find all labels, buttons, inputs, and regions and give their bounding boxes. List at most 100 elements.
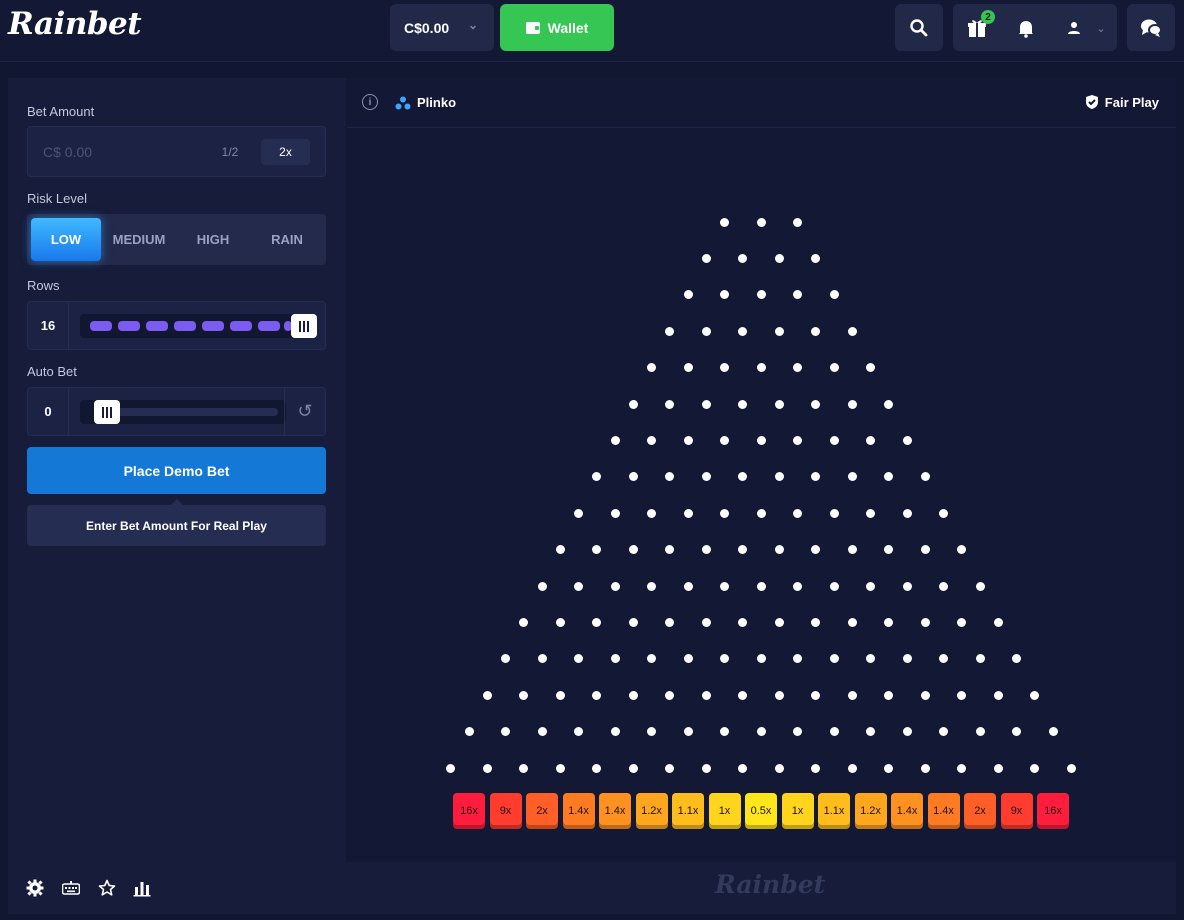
peg bbox=[939, 508, 948, 518]
multiplier-bucket: 16x bbox=[453, 793, 485, 829]
peg bbox=[537, 654, 547, 664]
peg bbox=[1048, 727, 1058, 737]
peg bbox=[574, 508, 583, 518]
peg bbox=[610, 508, 620, 518]
multiplier-bucket: 1.1x bbox=[672, 793, 704, 829]
peg bbox=[720, 508, 729, 518]
multiplier-bucket: 2x bbox=[964, 793, 996, 829]
risk-option-rain[interactable]: RAIN bbox=[251, 218, 323, 261]
peg bbox=[628, 399, 638, 409]
peg bbox=[902, 508, 912, 518]
wallet-label: Wallet bbox=[547, 19, 589, 36]
info-icon[interactable]: i bbox=[362, 94, 378, 110]
peg bbox=[866, 508, 875, 518]
chat-button[interactable] bbox=[1127, 4, 1175, 51]
peg bbox=[537, 727, 547, 737]
peg bbox=[774, 763, 784, 773]
risk-option-medium[interactable]: MEDIUM bbox=[103, 218, 175, 261]
favorite-button[interactable] bbox=[97, 878, 117, 898]
user-actions-group: 2 ⌄ bbox=[953, 4, 1117, 51]
game-title: Plinko bbox=[417, 95, 457, 110]
multiplier-bucket: 16x bbox=[1037, 793, 1069, 829]
peg bbox=[647, 581, 656, 591]
keyboard-icon bbox=[62, 881, 80, 895]
peg bbox=[738, 326, 748, 336]
fair-play-button[interactable]: Fair Play bbox=[1085, 95, 1159, 110]
auto-bet-track[interactable] bbox=[80, 400, 286, 424]
bet-amount-input[interactable]: C$ 0.00 1/2 2x bbox=[27, 126, 326, 177]
peg bbox=[628, 690, 638, 700]
peg bbox=[683, 727, 693, 737]
peg bbox=[774, 617, 784, 627]
fair-play-label: Fair Play bbox=[1104, 95, 1159, 110]
balance-value: C$0.00 bbox=[404, 19, 450, 36]
rows-slider-handle[interactable] bbox=[291, 314, 317, 338]
peg bbox=[993, 763, 1003, 773]
search-icon bbox=[910, 18, 928, 36]
peg bbox=[1066, 763, 1076, 773]
rainbet-logo[interactable]: Rainbet bbox=[8, 6, 142, 42]
peg bbox=[683, 508, 693, 518]
peg bbox=[975, 727, 985, 737]
bar-chart-icon bbox=[133, 882, 151, 897]
half-bet-button[interactable]: 1/2 bbox=[207, 139, 253, 165]
peg bbox=[866, 581, 875, 591]
peg bbox=[829, 727, 839, 737]
peg bbox=[665, 763, 675, 773]
multiplier-bucket: 9x bbox=[489, 793, 522, 829]
peg bbox=[756, 435, 766, 445]
bottom-toolbar: Rainbet bbox=[8, 862, 1176, 914]
settings-button[interactable] bbox=[25, 878, 45, 898]
peg bbox=[701, 545, 711, 555]
peg bbox=[720, 581, 729, 591]
wallet-button[interactable]: Wallet bbox=[500, 4, 614, 51]
peg bbox=[756, 581, 766, 591]
peg bbox=[793, 508, 802, 518]
peg bbox=[774, 545, 784, 555]
peg bbox=[610, 435, 620, 445]
hotkeys-button[interactable] bbox=[61, 878, 81, 898]
chevron-down-icon[interactable]: ⌄ bbox=[1093, 18, 1109, 38]
peg bbox=[756, 727, 766, 737]
rows-track[interactable] bbox=[80, 314, 317, 338]
peg bbox=[902, 581, 912, 591]
user-icon bbox=[1068, 22, 1080, 34]
risk-option-high[interactable]: HIGH bbox=[177, 218, 249, 261]
multiplier-bucket: 2x bbox=[526, 793, 558, 829]
peg bbox=[829, 435, 839, 445]
peg bbox=[701, 326, 711, 336]
peg bbox=[847, 545, 857, 555]
peg bbox=[592, 763, 602, 773]
place-demo-bet-button[interactable]: Place Demo Bet bbox=[27, 447, 326, 494]
peg bbox=[1030, 690, 1040, 700]
profile-button[interactable] bbox=[1062, 16, 1086, 40]
peg bbox=[519, 763, 529, 773]
notifications-button[interactable] bbox=[1014, 16, 1038, 40]
peg bbox=[555, 545, 565, 555]
peg bbox=[665, 326, 675, 336]
double-bet-button[interactable]: 2x bbox=[261, 139, 310, 165]
peg bbox=[537, 581, 547, 591]
auto-bet-slider-handle[interactable] bbox=[94, 400, 120, 424]
peg bbox=[829, 654, 839, 664]
star-icon bbox=[98, 879, 116, 896]
game-header: i Plinko Fair Play bbox=[347, 78, 1176, 128]
peg bbox=[628, 763, 638, 773]
reset-icon[interactable]: ↺ bbox=[284, 388, 325, 435]
multiplier-bucket: 1x bbox=[708, 793, 741, 829]
rows-label: Rows bbox=[27, 278, 60, 293]
stats-button[interactable] bbox=[132, 878, 152, 898]
peg bbox=[793, 435, 802, 445]
peg bbox=[774, 326, 784, 336]
chat-icon bbox=[1141, 19, 1162, 37]
peg bbox=[793, 217, 802, 227]
peg bbox=[756, 508, 766, 518]
balance-selector[interactable]: C$0.00 ⌄ bbox=[390, 4, 494, 51]
peg bbox=[920, 545, 930, 555]
peg bbox=[793, 581, 802, 591]
peg bbox=[683, 581, 693, 591]
risk-option-low[interactable]: LOW bbox=[31, 218, 101, 261]
wallet-icon bbox=[525, 21, 540, 34]
peg bbox=[957, 763, 967, 773]
search-button[interactable] bbox=[895, 4, 943, 51]
